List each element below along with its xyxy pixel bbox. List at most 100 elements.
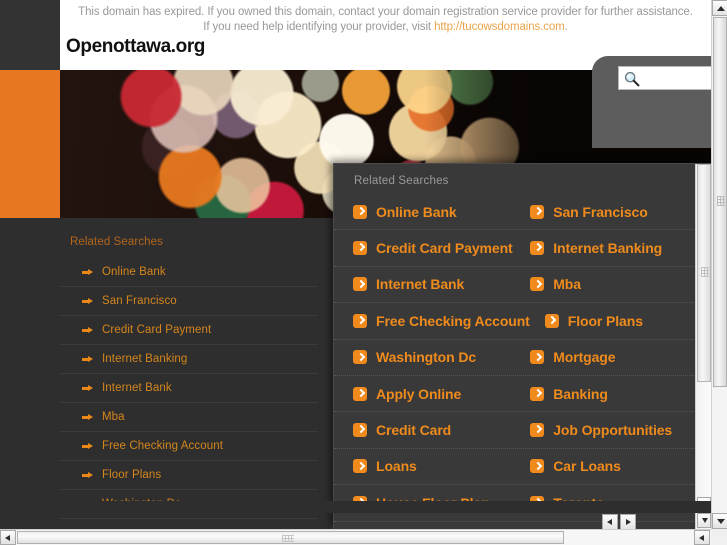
chevron-right-icon <box>530 241 545 256</box>
vertical-scrollbar-thumb[interactable] <box>713 17 727 387</box>
triangle-up-icon <box>717 6 725 11</box>
browser-vertical-scrollbar[interactable] <box>711 0 727 529</box>
sidebar-item-label: Online Bank <box>102 266 166 278</box>
sidebar-item-label: San Francisco <box>102 295 177 307</box>
popup-link-online-bank[interactable]: Online Bank <box>334 194 515 229</box>
popup-link-job-opportunities[interactable]: Job Opportunities <box>515 412 696 447</box>
chevron-right-icon <box>530 277 545 292</box>
sidebar-item-internet-banking[interactable]: Internet Banking <box>60 345 318 374</box>
table-row: Credit Card Payment Internet Banking <box>334 230 696 267</box>
arrow-right-icon <box>82 325 93 336</box>
sidebar-item-mba[interactable]: Mba <box>60 403 318 432</box>
chevron-right-icon <box>530 386 545 401</box>
chevron-right-icon <box>353 459 367 474</box>
triangle-down-icon <box>701 518 708 523</box>
sidebar-item-free-checking-account[interactable]: Free Checking Account <box>60 432 318 461</box>
search-icon <box>623 70 641 88</box>
sidebar-item-online-bank[interactable]: Online Bank <box>60 258 318 287</box>
sidebar-item-san-francisco[interactable]: San Francisco <box>60 287 318 316</box>
popup-link-label: Banking <box>553 385 608 402</box>
popup-link-label: Apply Online <box>376 385 462 402</box>
popup-content: Related Searches Online Bank San Francis… <box>334 164 696 529</box>
popup-link-label: Credit Card <box>376 422 452 439</box>
arrow-right-icon <box>82 412 93 423</box>
popup-link-loans[interactable]: Loans <box>334 449 515 484</box>
popup-link-label: Internet Bank <box>376 276 465 293</box>
scroll-up-button[interactable] <box>712 0 727 16</box>
chevron-right-icon <box>544 313 559 328</box>
scrollbar-corner <box>711 529 727 545</box>
page-title: Openottawa.org <box>66 36 206 57</box>
popup-scrollbar-thumb[interactable] <box>697 164 711 382</box>
browser-horizontal-scrollbar[interactable] <box>0 529 727 545</box>
popup-link-label: Job Opportunities <box>553 422 673 439</box>
popup-link-label: San Francisco <box>553 203 648 220</box>
popup-link-internet-bank[interactable]: Internet Bank <box>334 267 515 302</box>
popup-link-floor-plans[interactable]: Floor Plans <box>530 303 696 338</box>
popup-link-internet-banking[interactable]: Internet Banking <box>515 230 696 265</box>
left-dark-block <box>0 0 60 70</box>
popup-link-apply-online[interactable]: Apply Online <box>334 376 515 411</box>
arrow-right-icon <box>82 267 93 278</box>
popup-link-free-checking-account[interactable]: Free Checking Account <box>334 303 530 338</box>
table-row: Apply Online Banking <box>334 376 696 413</box>
popup-link-car-loans[interactable]: Car Loans <box>515 449 696 484</box>
chevron-right-icon <box>530 204 545 219</box>
arrow-right-icon <box>82 354 93 365</box>
sidebar-item-floor-plans[interactable]: Floor Plans <box>60 461 318 490</box>
triangle-left-icon <box>607 518 612 525</box>
page-viewport: This domain has expired. If you owned th… <box>0 0 711 529</box>
popup-link-label: Loans <box>376 458 417 475</box>
popup-link-label: Free Checking Account <box>376 312 530 329</box>
popup-link-mba[interactable]: Mba <box>515 267 696 302</box>
scroll-down-button[interactable] <box>712 513 727 529</box>
popup-vertical-scrollbar[interactable] <box>695 164 711 529</box>
chevron-right-icon <box>353 204 367 219</box>
triangle-left-icon <box>5 534 10 541</box>
arrow-right-icon <box>82 470 93 481</box>
scroll-left-button[interactable] <box>0 530 16 545</box>
horizontal-scrollbar-thumb[interactable] <box>17 531 564 544</box>
sidebar-list: Online Bank San Francisco Credit Card Pa… <box>60 258 318 519</box>
sidebar-item-label: Internet Banking <box>102 353 188 365</box>
sidebar-item-internet-bank[interactable]: Internet Bank <box>60 374 318 403</box>
sidebar-item-label: Free Checking Account <box>102 440 223 452</box>
popup-link-banking[interactable]: Banking <box>515 376 696 411</box>
arrow-right-icon <box>82 296 93 307</box>
popup-link-label: Floor Plans <box>567 312 643 329</box>
popup-link-mortgage[interactable]: Mortgage <box>515 340 696 375</box>
popup-link-credit-card-payment[interactable]: Credit Card Payment <box>334 230 515 265</box>
arrow-right-icon <box>82 383 93 394</box>
arrow-right-icon <box>82 441 93 452</box>
popup-link-label: Internet Banking <box>553 240 663 257</box>
popup-link-label: Car Loans <box>553 458 621 475</box>
chevron-right-icon <box>530 459 545 474</box>
popup-link-credit-card[interactable]: Credit Card <box>334 412 515 447</box>
popup-scroll-down-button[interactable] <box>697 513 711 528</box>
table-row: Online Bank San Francisco <box>334 194 696 231</box>
popup-link-san-francisco[interactable]: San Francisco <box>515 194 696 229</box>
popup-scroll-right-button[interactable] <box>620 514 636 529</box>
search-box[interactable] <box>618 66 711 90</box>
related-searches-popup: Related Searches Online Bank San Francis… <box>333 163 711 529</box>
popup-scroll-left-button[interactable] <box>602 514 618 529</box>
page-bottom-strip <box>0 501 711 513</box>
popup-link-label: Credit Card Payment <box>376 240 513 257</box>
popup-link-label: Washington Dc <box>376 349 477 366</box>
popup-horizontal-scrollbar[interactable] <box>602 514 650 529</box>
chevron-right-icon <box>353 350 367 365</box>
sidebar-heading: Related Searches <box>70 236 164 248</box>
popup-link-washington-dc[interactable]: Washington Dc <box>334 340 515 375</box>
left-orange-block <box>0 70 60 218</box>
provider-help-link[interactable]: http://tucowsdomains.com <box>434 21 565 33</box>
table-row: Credit Card Job Opportunities <box>334 412 696 449</box>
chevron-right-icon <box>353 313 367 328</box>
chevron-right-icon <box>530 423 545 438</box>
popup-heading: Related Searches <box>354 175 449 187</box>
scroll-left-button-secondary[interactable] <box>694 530 710 545</box>
sidebar-item-credit-card-payment[interactable]: Credit Card Payment <box>60 316 318 345</box>
scrollbar-grip-icon <box>701 267 709 277</box>
table-row: Internet Bank Mba <box>334 267 696 304</box>
popup-link-label: Mortgage <box>553 349 616 366</box>
popup-link-label: Mba <box>553 276 581 293</box>
